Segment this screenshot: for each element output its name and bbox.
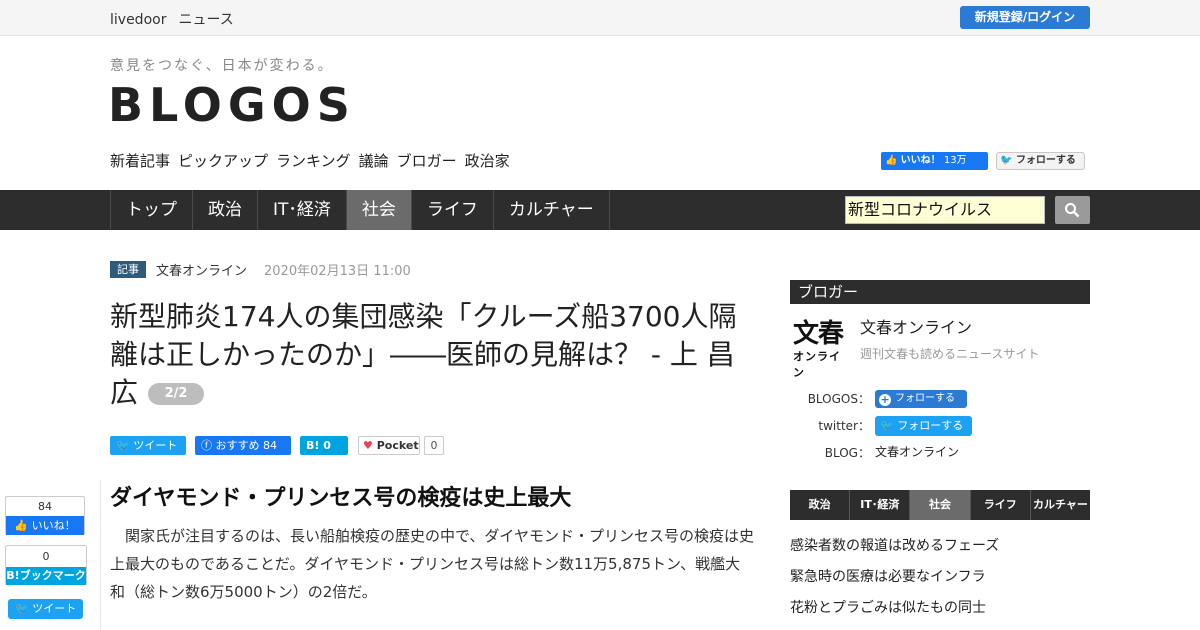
twitter-follow-label: フォローする: [1015, 155, 1076, 166]
sidebar-tab-society[interactable]: 社会: [910, 490, 971, 520]
blogos-follow-text: フォローする: [895, 393, 955, 404]
twitter-follow-button[interactable]: 🐦 フォローする: [996, 152, 1085, 170]
article-title: 新型肺炎174人の集団感染「クルーズ船3700人隔離は正しかったのか」――医師の…: [110, 298, 755, 412]
blog-link[interactable]: 文春オンライン: [875, 443, 959, 460]
subnav-pickup[interactable]: ピックアップ: [178, 152, 268, 170]
blogos-follow-label: BLOGOS：: [807, 392, 870, 406]
brand-livedoor: livedoor: [110, 12, 167, 28]
floating-tweet-button[interactable]: 🐦 ツイート: [8, 599, 83, 619]
floating-fb-label-text: いいね！: [31, 519, 76, 532]
tweet-label: ツイート: [133, 439, 178, 452]
floating-hatena-count: 0: [42, 550, 50, 563]
article-body: 関家氏が注目するのは、長い船舶検疫の歴史の中で、ダイヤモンド・プリンセス号の検疫…: [110, 527, 754, 601]
livedoor-brand[interactable]: livedoor ニュース: [110, 9, 246, 29]
bunshun-logo-small: オンライン: [793, 350, 841, 379]
tab-society[interactable]: 社会: [346, 190, 412, 230]
blogos-logo[interactable]: BLOGOS: [108, 78, 356, 132]
list-item[interactable]: 緊急時の医療は必要なインフラ: [790, 566, 986, 586]
facebook-recommend-button[interactable]: ⓕ おすすめ 84: [195, 436, 291, 455]
floating-fb-label: 👍 いいね！: [6, 516, 84, 535]
twitter-bird-icon: 🐦: [116, 439, 130, 452]
search-input[interactable]: 新型コロナウイルス: [845, 196, 1045, 224]
tab-life[interactable]: ライフ: [412, 190, 494, 230]
twitter-bird-icon: 🐦: [880, 419, 894, 432]
plus-icon: +: [879, 393, 891, 406]
floating-tweet-label: ツイート: [32, 602, 77, 615]
fb-like-label: いいね！: [900, 155, 941, 166]
sidebar-tab-it-economy[interactable]: IT･経済: [850, 490, 911, 520]
subnav-new-articles[interactable]: 新着記事: [110, 152, 170, 170]
tab-culture[interactable]: カルチャー: [494, 190, 610, 230]
sidebar-blogger-header: ブロガー: [790, 280, 1090, 304]
tweet-share-button[interactable]: 🐦 ツイート: [110, 436, 186, 455]
main-navigation: トップ 政治 IT･経済 社会 ライフ カルチャー 新型コロナウイルス: [0, 190, 1200, 230]
site-tagline: 意見をつなぐ、日本が変わる。: [110, 58, 334, 74]
fb-recommend-count: 84: [263, 439, 277, 452]
twitter-follow-label: twitter：: [818, 419, 870, 433]
bunshun-logo-big: 文春: [793, 319, 844, 349]
twitter-bird-icon: 🐦: [1000, 155, 1013, 166]
fb-recommend-label: おすすめ: [215, 439, 260, 452]
blogger-description: 週刊文春も読めるニュースサイト: [860, 347, 1040, 361]
floating-fb-count: 84: [38, 500, 52, 513]
pocket-label: Pocket: [376, 439, 419, 452]
pocket-icon: ♥: [363, 439, 373, 452]
article-type-badge: 記事: [110, 261, 146, 278]
floating-facebook-like[interactable]: 84 👍 いいね！: [5, 496, 85, 535]
list-item[interactable]: 感染者数の報道は改めるフェーズ: [790, 535, 999, 555]
search-icon: [1065, 203, 1080, 218]
floating-hatena-label: B!ブックマーク: [6, 567, 86, 585]
sidebar-tab-life[interactable]: ライフ: [971, 490, 1031, 520]
fb-like-count: 13万: [943, 155, 967, 166]
pocket-count: 0: [424, 436, 444, 455]
bunshun-logo[interactable]: 文春 オンライン: [793, 319, 847, 379]
section-heading: ダイヤモンド・プリンセス号の検疫は史上最大: [110, 486, 572, 511]
sidebar-category-tabs: 政治 IT･経済 社会 ライフ カルチャー: [790, 490, 1090, 520]
sidebar-twitter-follow-text: フォローする: [897, 419, 964, 432]
floating-hatena-bookmark[interactable]: 0 B!ブックマーク: [5, 545, 87, 585]
thumbs-up-icon: 👍: [885, 155, 898, 166]
hatena-count: 0: [323, 439, 331, 452]
tab-it-economy[interactable]: IT･経済: [258, 190, 347, 230]
article-date: 2020年02月13日 11:00: [264, 264, 411, 279]
hatena-label: B!: [306, 439, 320, 452]
blogos-follow-button[interactable]: + フォローする: [875, 390, 967, 408]
sidebar-twitter-follow-button[interactable]: 🐦 フォローする: [875, 416, 972, 436]
facebook-icon: ⓕ: [201, 439, 212, 452]
list-item[interactable]: 花粉とプラごみは似たもの同士: [790, 597, 986, 617]
page-indicator: 2/2: [148, 383, 205, 405]
facebook-like-button[interactable]: 👍 いいね！ 13万: [881, 152, 988, 170]
subnav-ranking[interactable]: ランキング: [276, 152, 351, 170]
left-divider: [100, 480, 101, 630]
signup-login-button[interactable]: 新規登録/ログイン: [960, 6, 1090, 29]
search-button[interactable]: [1055, 196, 1090, 224]
sidebar-tab-culture[interactable]: カルチャー: [1031, 490, 1090, 520]
subnav-politicians[interactable]: 政治家: [465, 152, 510, 170]
sub-navigation: 新着記事 ピックアップ ランキング 議論 ブロガー 政治家: [110, 150, 518, 171]
tab-top[interactable]: トップ: [111, 190, 193, 230]
subnav-bloggers[interactable]: ブロガー: [397, 152, 457, 170]
article-source[interactable]: 文春オンライン: [156, 260, 247, 279]
hatena-bookmark-button[interactable]: B! 0: [300, 436, 348, 455]
subnav-discussion[interactable]: 議論: [359, 152, 389, 170]
blogger-name[interactable]: 文春オンライン: [860, 314, 972, 338]
brand-news: ニュース: [178, 12, 234, 28]
thumbs-up-icon: 👍: [14, 519, 29, 532]
twitter-bird-icon: 🐦: [15, 602, 29, 615]
sidebar-tab-politics[interactable]: 政治: [790, 490, 851, 520]
top-bar: livedoor ニュース 新規登録/ログイン: [0, 0, 1200, 36]
tab-politics[interactable]: 政治: [193, 190, 258, 230]
pocket-button[interactable]: ♥ Pocket: [358, 436, 420, 455]
blog-label: BLOG：: [824, 446, 870, 460]
